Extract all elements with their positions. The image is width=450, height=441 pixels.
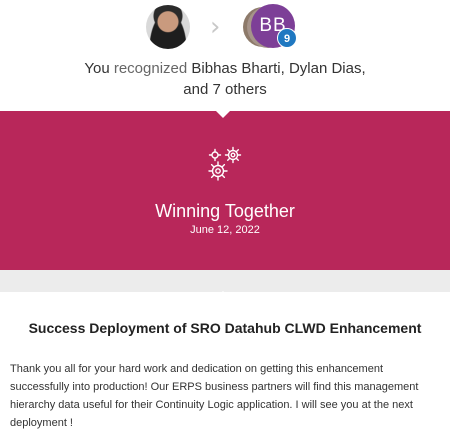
divider-strip bbox=[0, 270, 450, 292]
message-card: Success Deployment of SRO Datahub CLWD E… bbox=[0, 292, 450, 441]
recognition-names[interactable]: Bibhas Bharti, Dylan Dias, bbox=[191, 60, 365, 77]
banner-notch bbox=[215, 110, 231, 118]
recognition-prefix: You bbox=[84, 60, 114, 77]
recognition-header: › BB 9 You recognized Bibhas Bharti, Dyl… bbox=[0, 0, 450, 110]
chevron-right-icon: › bbox=[210, 12, 221, 42]
award-banner: Winning Together June 12, 2022 bbox=[0, 111, 450, 270]
message-title: Success Deployment of SRO Datahub CLWD E… bbox=[28, 320, 422, 336]
award-title: Winning Together bbox=[155, 201, 295, 221]
recognition-others[interactable]: and 7 others bbox=[183, 81, 266, 98]
recognition-verb: recognized bbox=[113, 60, 192, 77]
recognition-text: You recognized Bibhas Bharti, Dylan Dias… bbox=[0, 58, 450, 100]
recipients-avatar-stack[interactable]: BB 9 bbox=[243, 4, 299, 50]
sender-avatar[interactable] bbox=[146, 5, 190, 49]
award-date: June 12, 2022 bbox=[190, 224, 260, 236]
gears-icon bbox=[201, 141, 249, 189]
others-count-badge: 9 bbox=[277, 28, 297, 48]
message-body: Thank you all for your hard work and ded… bbox=[10, 363, 419, 429]
card-notch bbox=[216, 291, 230, 298]
